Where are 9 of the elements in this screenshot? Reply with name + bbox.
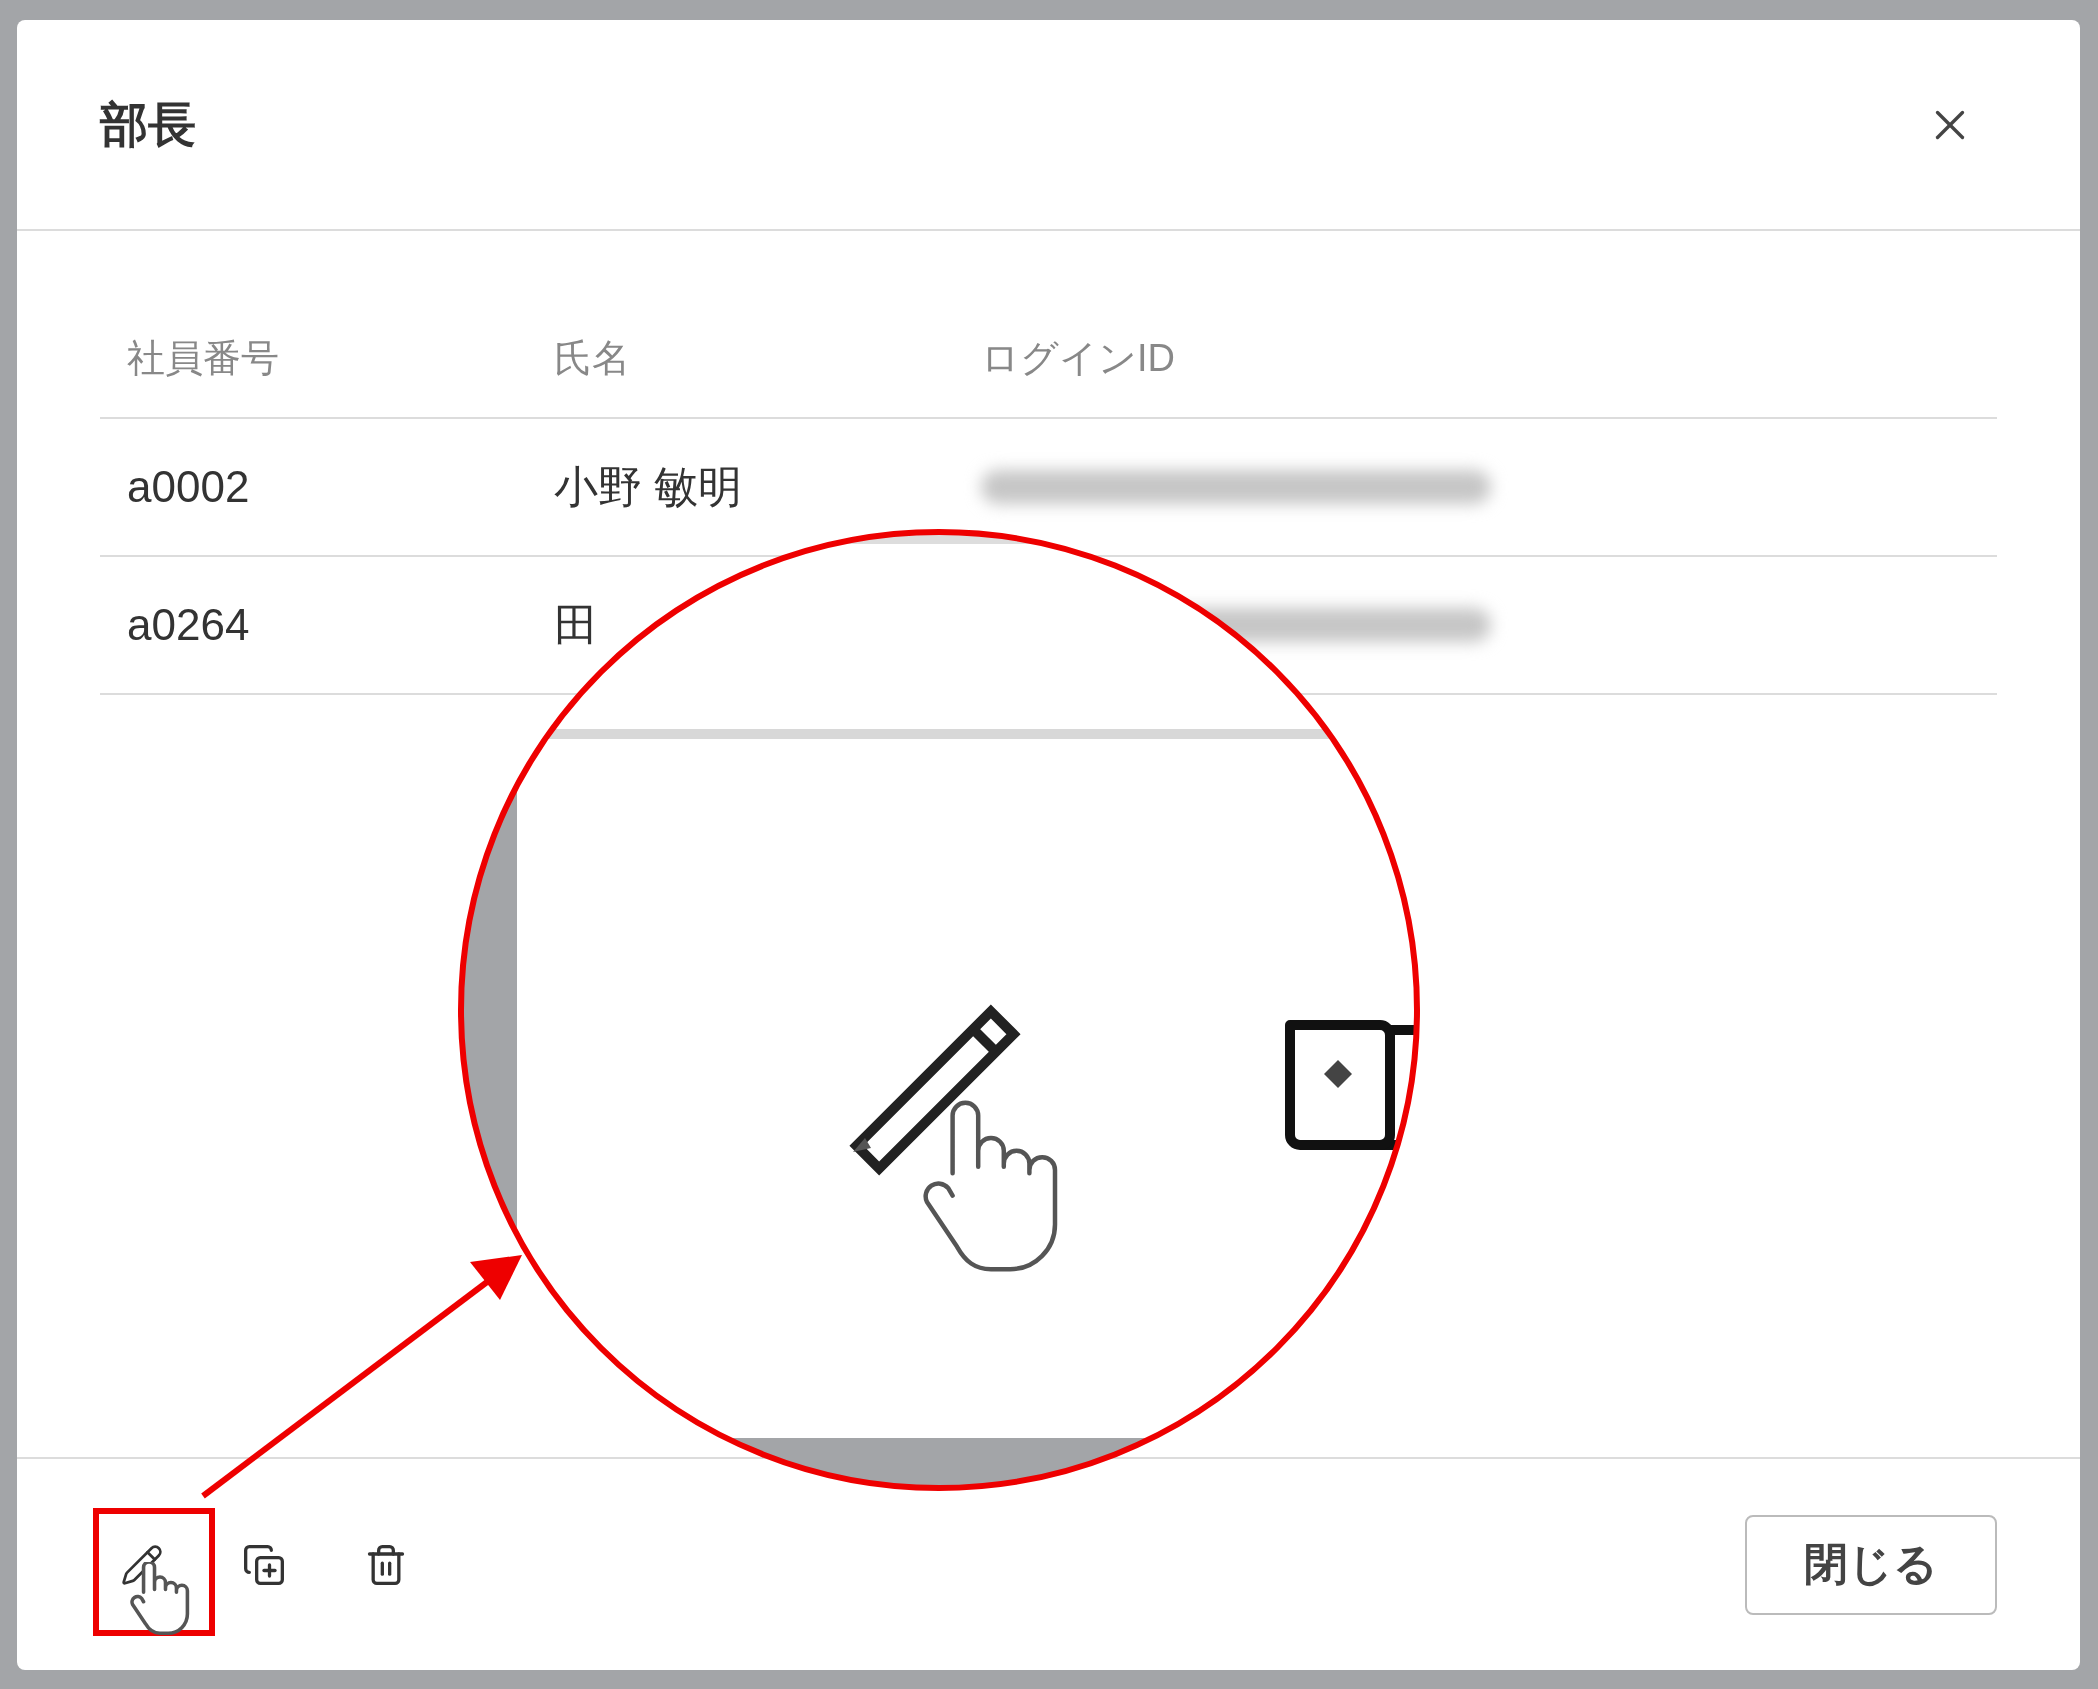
table-cell: a0002 [100,419,527,557]
column-header: ログインID [954,299,1997,419]
dialog-title: 部長 [100,96,196,153]
column-header: 氏名 [527,299,954,419]
pencil-icon [120,1542,164,1587]
copy-icon [242,1542,286,1587]
close-button[interactable]: 閉じる [1745,1514,1997,1615]
table-cell: a0264 [100,557,527,695]
column-header: 社員番号 [100,299,527,419]
